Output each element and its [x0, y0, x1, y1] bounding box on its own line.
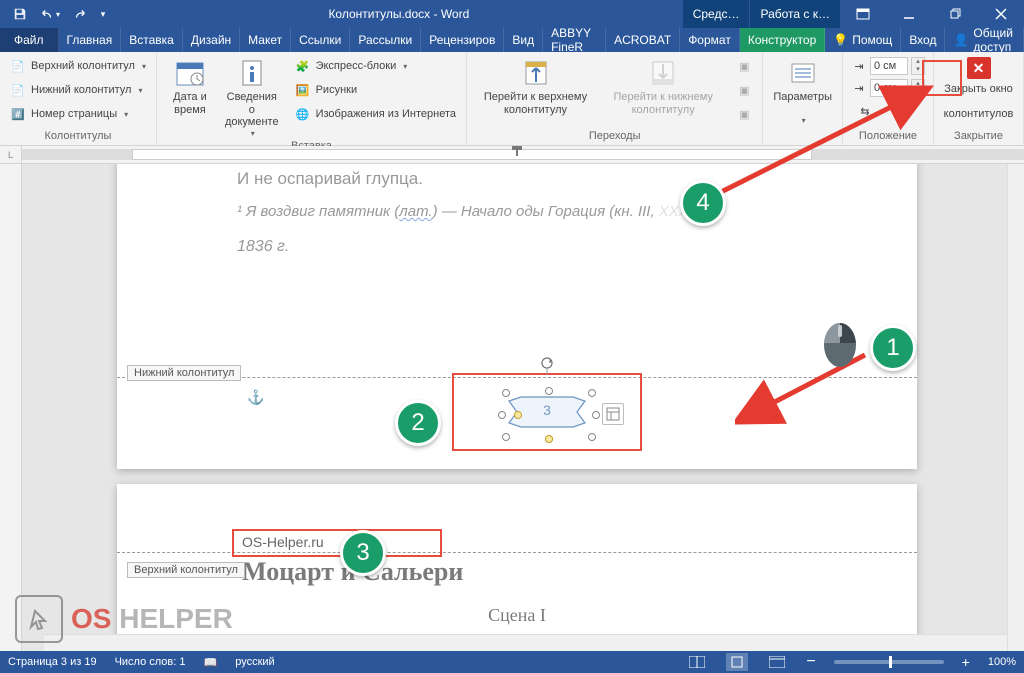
- window-title: Колонтитулы.docx - Word: [116, 7, 682, 21]
- ribbon-tabs: Файл Главная Вставка Дизайн Макет Ссылки…: [0, 28, 1024, 52]
- selected-shape-bounding: 3: [452, 373, 642, 451]
- header-from-top[interactable]: 0 см: [870, 57, 908, 75]
- annotation-box-3: [232, 529, 442, 557]
- tab-home[interactable]: Главная: [59, 28, 122, 52]
- proofing-icon[interactable]: 📖: [204, 656, 218, 669]
- status-bar: Страница 3 из 19 Число слов: 1 📖 русский…: [0, 651, 1024, 673]
- tab-file[interactable]: Файл: [0, 28, 59, 52]
- group-insert: Дата и время Сведения о документе▾ 🧩Эксп…: [157, 52, 467, 145]
- cursor-icon: [15, 595, 63, 643]
- tab-designer-active[interactable]: Конструктор: [740, 28, 825, 52]
- web-layout-button[interactable]: [766, 653, 788, 671]
- calendar-icon: [174, 57, 206, 89]
- rotate-handle-icon[interactable]: [540, 357, 554, 375]
- vertical-ruler[interactable]: [0, 164, 22, 651]
- window-controls: [840, 0, 1024, 28]
- tab-insert[interactable]: Вставка: [121, 28, 183, 52]
- annotation-circle-1: 1: [870, 325, 916, 371]
- doc-info-button[interactable]: Сведения о документе▾: [219, 55, 285, 138]
- zoom-slider[interactable]: [834, 660, 944, 664]
- page-number-dropdown[interactable]: #️⃣Номер страницы▾: [4, 103, 152, 125]
- tab-review[interactable]: Рецензиров: [421, 28, 504, 52]
- hash-icon: #️⃣: [10, 106, 26, 122]
- quick-access-toolbar: ▾ ▾: [0, 2, 116, 26]
- group-label: Закрытие: [938, 128, 1019, 145]
- header-area[interactable]: OS-Helper.ru Верхний колонтитул Моцарт и…: [117, 484, 917, 626]
- title-bar: ▾ ▾ Колонтитулы.docx - Word Средс… Работ…: [0, 0, 1024, 28]
- contextual-tab-group: Средс… Работа с к…: [682, 0, 840, 28]
- tab-selector[interactable]: L: [0, 146, 22, 164]
- globe-icon: 🌐: [295, 106, 311, 122]
- goto-header-button[interactable]: Перейти к верхнему колонтитулу: [471, 55, 600, 116]
- group-header-footer: 📄Верхний колонтитул▾ 📄Нижний колонтитул▾…: [0, 52, 157, 145]
- goto-footer-icon: [647, 57, 679, 89]
- restore-button[interactable]: [932, 0, 978, 28]
- redo-button[interactable]: [66, 2, 94, 26]
- tab-acrobat[interactable]: ACROBAT: [606, 28, 680, 52]
- group-label: Колонтитулы: [4, 128, 152, 145]
- bulb-icon: 💡: [833, 33, 848, 47]
- footer-label-tag: Нижний колонтитул: [127, 365, 241, 381]
- vertical-scrollbar[interactable]: [1007, 164, 1024, 651]
- scene-heading: Сцена I: [117, 605, 917, 626]
- right-click-mouse-icon: [820, 315, 860, 369]
- document-info-icon: [236, 57, 268, 89]
- tab-references[interactable]: Ссылки: [291, 28, 350, 52]
- zoom-out[interactable]: −: [806, 653, 815, 671]
- annotation-circle-2: 2: [395, 400, 441, 446]
- tab-design[interactable]: Дизайн: [183, 28, 240, 52]
- picture-icon: 🖼️: [295, 82, 311, 98]
- anchor-icon: ⚓: [247, 389, 264, 406]
- tell-me[interactable]: 💡Помощ: [825, 28, 901, 52]
- tab-view[interactable]: Вид: [504, 28, 543, 52]
- print-layout-button[interactable]: [726, 653, 748, 671]
- read-mode-button[interactable]: [686, 653, 708, 671]
- pictures-button[interactable]: 🖼️Рисунки: [289, 79, 462, 101]
- annotation-circle-3: 3: [340, 530, 386, 576]
- zoom-in[interactable]: +: [962, 654, 970, 670]
- save-button[interactable]: [6, 2, 34, 26]
- tab-mailings[interactable]: Рассылки: [350, 28, 421, 52]
- annotation-arrow-4: [715, 85, 935, 205]
- center-tab-marker[interactable]: [512, 146, 522, 156]
- watermark-logo: OS HELPER: [15, 595, 233, 643]
- date-time-button[interactable]: Дата и время: [161, 55, 219, 116]
- tab-format[interactable]: Формат: [680, 28, 740, 52]
- header-dropdown[interactable]: 📄Верхний колонтитул▾: [4, 55, 152, 77]
- close-x-icon: ✕: [967, 57, 991, 79]
- ribbon-display-options[interactable]: [840, 0, 886, 28]
- language-indicator[interactable]: русский: [235, 656, 274, 668]
- online-pictures-button[interactable]: 🌐Изображения из Интернета: [289, 103, 462, 125]
- context-tab-header-footer[interactable]: Работа с к…: [749, 0, 840, 28]
- layout-options-button[interactable]: [602, 403, 624, 425]
- undo-button[interactable]: ▾: [36, 2, 64, 26]
- goto-footer-button[interactable]: Перейти к нижнему колонтитулу: [600, 55, 726, 116]
- close-button[interactable]: [978, 0, 1024, 28]
- margin-top-icon: ⇥: [851, 58, 867, 74]
- date-text: 1836 г.: [237, 238, 807, 256]
- nav-prev: ▣: [730, 55, 758, 77]
- footer-icon: 📄: [10, 82, 26, 98]
- document-page: OS-Helper.ru Верхний колонтитул Моцарт и…: [117, 484, 917, 651]
- quick-parts-button[interactable]: 🧩Экспресс-блоки▾: [289, 55, 462, 77]
- person-icon: 👤: [953, 33, 968, 47]
- context-tab-drawing[interactable]: Средс…: [682, 0, 750, 28]
- header-icon: 📄: [10, 58, 26, 74]
- tab-layout[interactable]: Макет: [240, 28, 291, 52]
- qat-customize[interactable]: ▾: [96, 2, 110, 26]
- zoom-level[interactable]: 100%: [988, 656, 1016, 668]
- page-indicator[interactable]: Страница 3 из 19: [8, 656, 97, 668]
- blocks-icon: 🧩: [295, 58, 311, 74]
- tab-abbyy[interactable]: ABBYY FineR: [543, 28, 606, 52]
- header-label-tag: Верхний колонтитул: [127, 562, 245, 578]
- share-button[interactable]: 👤Общий доступ: [945, 28, 1024, 52]
- annotation-circle-4: 4: [680, 180, 726, 226]
- word-count[interactable]: Число слов: 1: [115, 656, 186, 668]
- footer-dropdown[interactable]: 📄Нижний колонтитул▾: [4, 79, 152, 101]
- sign-in[interactable]: Вход: [901, 28, 945, 52]
- goto-header-icon: [520, 57, 552, 89]
- minimize-button[interactable]: [886, 0, 932, 28]
